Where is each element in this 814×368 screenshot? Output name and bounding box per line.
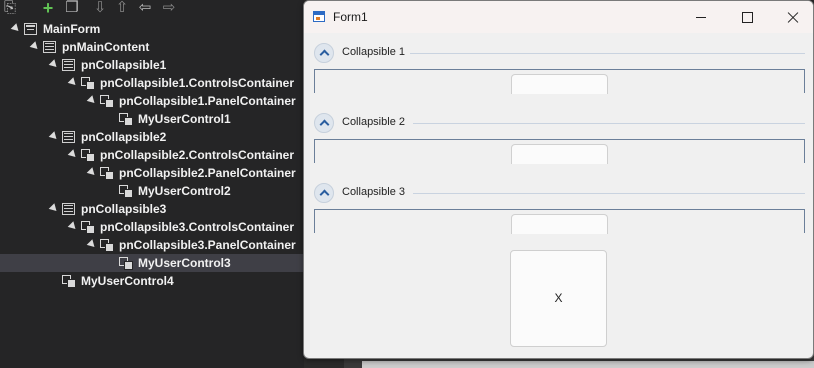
my-user-control-3[interactable]: [511, 214, 608, 234]
header-divider: [413, 193, 805, 194]
tree-node-pncollapsible2[interactable]: pnCollapsible2: [0, 128, 304, 146]
expand-arrow-icon[interactable]: [67, 221, 79, 232]
tree-node-label: pnMainContent: [62, 40, 150, 54]
tree-node-label: MainForm: [43, 22, 101, 36]
expand-arrow-icon[interactable]: [67, 77, 79, 88]
collapsible-header-label: Collapsible 3: [342, 186, 405, 198]
expand-arrow-icon[interactable]: [67, 149, 79, 160]
control-icon: [119, 185, 133, 198]
tree-node-label: pnCollapsible1: [81, 58, 167, 72]
collapse-chevron-up-icon[interactable]: [314, 183, 334, 203]
control-icon: [81, 221, 95, 234]
header-divider: [413, 123, 805, 124]
panel-icon: [62, 59, 75, 71]
tree-node-pncollapsible2-controlscontainer[interactable]: pnCollapsible2.ControlsContainer: [0, 146, 304, 164]
close-button[interactable]: [770, 1, 813, 33]
user-control-4-text: X: [554, 291, 563, 305]
tree-node-myusercontrol2[interactable]: MyUserControl2: [0, 182, 304, 200]
expand-arrow-icon[interactable]: [10, 23, 22, 34]
tree-node-myusercontrol3[interactable]: MyUserControl3: [0, 254, 304, 272]
control-icon: [81, 149, 95, 162]
tree-node-pncollapsible2-panelcontainer[interactable]: pnCollapsible2.PanelContainer: [0, 164, 304, 182]
tree-node-label: MyUserControl1: [138, 112, 231, 126]
form-icon: [24, 23, 37, 35]
expand-arrow-icon[interactable]: [86, 239, 98, 250]
tree-node-label: pnCollapsible1.PanelContainer: [119, 94, 296, 108]
panel-icon: [62, 203, 75, 215]
tree-node-label: MyUserControl3: [138, 256, 231, 270]
control-icon: [119, 257, 133, 270]
my-user-control-4[interactable]: X: [510, 250, 607, 347]
tree-node-label: MyUserControl4: [81, 274, 174, 288]
window-title: Form1: [333, 10, 368, 24]
move-down-icon[interactable]: ⇩: [92, 0, 108, 16]
tree-node-label: pnCollapsible2.PanelContainer: [119, 166, 296, 180]
expand-arrow-icon[interactable]: [86, 95, 98, 106]
control-icon: [62, 275, 76, 288]
control-icon: [100, 239, 114, 252]
control-icon: [119, 113, 133, 126]
expand-arrow-icon[interactable]: [29, 41, 41, 52]
tree-node-label: pnCollapsible3.ControlsContainer: [100, 220, 295, 234]
tree-node-pncollapsible1-controlscontainer[interactable]: pnCollapsible1.ControlsContainer: [0, 74, 304, 92]
tree-node-label: pnCollapsible1.ControlsContainer: [100, 76, 295, 90]
tree-node-pncollapsible3-panelcontainer[interactable]: pnCollapsible3.PanelContainer: [0, 236, 304, 254]
my-user-control-2[interactable]: [511, 144, 608, 164]
collapse-chevron-up-icon[interactable]: [314, 113, 334, 133]
stack-icon[interactable]: ❐: [64, 0, 80, 16]
tree-node-pncollapsible1[interactable]: pnCollapsible1: [0, 56, 304, 74]
tree-node-pncollapsible3[interactable]: pnCollapsible3: [0, 200, 304, 218]
tree-node-pnmaincontent[interactable]: pnMainContent: [0, 38, 304, 56]
form-window: Form1 Collapsible 1 Collapsible 2 Collap…: [303, 0, 814, 359]
control-icon: [81, 77, 95, 90]
expand-arrow-icon[interactable]: [86, 167, 98, 178]
maximize-button[interactable]: [724, 1, 770, 33]
tree-node-label: pnCollapsible3: [81, 202, 167, 216]
title-bar[interactable]: Form1: [304, 1, 813, 33]
controls-container: [314, 209, 805, 234]
tree-node-mainform[interactable]: MainForm: [0, 20, 304, 38]
outline-toolbar: ⎘ + ❐ ⇩ ⇧ ⇦ ⇨: [0, 0, 304, 18]
move-right-icon[interactable]: ⇨: [161, 0, 177, 16]
collapsible-header-label: Collapsible 2: [342, 116, 405, 128]
tree-node-myusercontrol1[interactable]: MyUserControl1: [0, 110, 304, 128]
controls-container: [314, 69, 805, 94]
control-icon: [100, 167, 114, 180]
expand-arrow-icon[interactable]: [48, 59, 60, 70]
tree-node-pncollapsible3-controlscontainer[interactable]: pnCollapsible3.ControlsContainer: [0, 218, 304, 236]
copy-icon[interactable]: ⎘: [2, 0, 18, 16]
form-app-icon: [313, 11, 325, 22]
collapsible-section-2: Collapsible 2: [304, 103, 813, 164]
collapsible-section-1: Collapsible 1: [304, 33, 813, 94]
panel-icon: [43, 41, 56, 53]
tree-node-myusercontrol4[interactable]: MyUserControl4: [0, 272, 304, 290]
collapsible-header-label: Collapsible 1: [342, 46, 405, 58]
document-outline-panel: ⎘ + ❐ ⇩ ⇧ ⇦ ⇨ MainForm pnMainContent pnCol…: [0, 0, 304, 368]
add-icon[interactable]: +: [40, 0, 56, 17]
collapsible-section-3: Collapsible 3: [304, 173, 813, 234]
minimize-button[interactable]: [678, 1, 724, 33]
tree-node-label: pnCollapsible3.PanelContainer: [119, 238, 296, 252]
tree-node-label: MyUserControl2: [138, 184, 231, 198]
expand-arrow-icon[interactable]: [48, 131, 60, 142]
tree-node-pncollapsible1-panelcontainer[interactable]: pnCollapsible1.PanelContainer: [0, 92, 304, 110]
tree-node-label: pnCollapsible2.ControlsContainer: [100, 148, 295, 162]
collapse-chevron-up-icon[interactable]: [314, 43, 334, 63]
header-divider: [410, 53, 805, 54]
my-user-control-1[interactable]: [511, 74, 608, 94]
controls-container: [314, 139, 805, 164]
tree-node-label: pnCollapsible2: [81, 130, 167, 144]
move-left-icon[interactable]: ⇦: [137, 0, 153, 16]
control-icon: [100, 95, 114, 108]
panel-icon: [62, 131, 75, 143]
move-up-icon[interactable]: ⇧: [114, 0, 130, 16]
expand-arrow-icon[interactable]: [48, 203, 60, 214]
